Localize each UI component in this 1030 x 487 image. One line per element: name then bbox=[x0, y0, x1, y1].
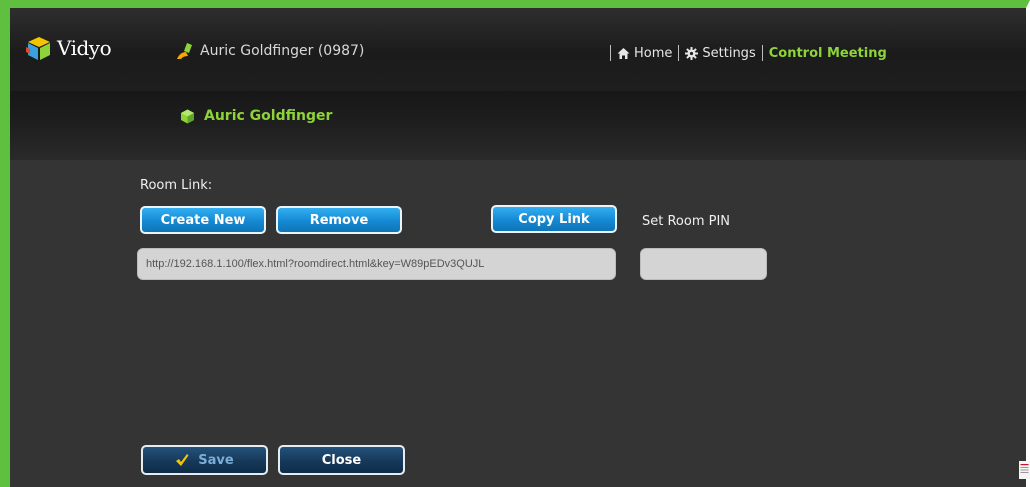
room-link-url: http://192.168.1.100/flex.html?roomdirec… bbox=[146, 258, 485, 270]
home-icon bbox=[617, 47, 630, 59]
nav-separator bbox=[610, 45, 611, 61]
room-link-url-field[interactable]: http://192.168.1.100/flex.html?roomdirec… bbox=[137, 248, 616, 280]
room-cube-icon bbox=[181, 109, 194, 123]
vidyo-logo: Vidyo bbox=[24, 34, 112, 62]
close-button[interactable]: Close bbox=[278, 445, 405, 475]
nav-home[interactable]: Home bbox=[617, 46, 672, 61]
vidyo-logo-icon bbox=[26, 37, 50, 60]
nav-separator bbox=[761, 45, 763, 61]
app-panel: Vidyo Auric Goldfinger (0987) Home Setti… bbox=[10, 8, 1026, 487]
room-pin-input[interactable] bbox=[640, 248, 767, 280]
room-name: Auric Goldfinger bbox=[204, 108, 333, 124]
gear-icon bbox=[685, 46, 699, 60]
user-icon bbox=[177, 43, 192, 59]
room-pin-text[interactable] bbox=[649, 257, 766, 271]
checkmark-icon bbox=[176, 454, 189, 466]
user-name: Auric Goldfinger (0987) bbox=[200, 43, 365, 59]
copy-link-button[interactable]: Copy Link bbox=[491, 205, 617, 233]
brand-name: Vidyo bbox=[57, 36, 112, 60]
nav-home-label: Home bbox=[634, 45, 673, 61]
user-info: Auric Goldfinger (0987) bbox=[176, 42, 364, 60]
save-button[interactable]: Save bbox=[141, 445, 268, 475]
nav-settings-label: Settings bbox=[702, 45, 756, 61]
nav-settings[interactable]: Settings bbox=[685, 45, 756, 61]
save-button-label: Save bbox=[198, 452, 234, 468]
top-nav: Home Settings Control Meeting bbox=[604, 45, 887, 61]
room-link-label: Room Link: bbox=[140, 178, 213, 193]
remove-button[interactable]: Remove bbox=[276, 206, 402, 234]
document-icon bbox=[1019, 461, 1030, 479]
room-title: Auric Goldfinger bbox=[180, 108, 332, 124]
nav-separator bbox=[678, 45, 680, 61]
nav-control-meeting[interactable]: Control Meeting bbox=[769, 46, 887, 61]
top-bar: Vidyo Auric Goldfinger (0987) Home Setti… bbox=[10, 8, 1026, 91]
create-new-button[interactable]: Create New bbox=[140, 206, 266, 234]
room-bar bbox=[10, 91, 1026, 160]
app-window: Vidyo Auric Goldfinger (0987) Home Setti… bbox=[0, 0, 1030, 487]
set-room-pin-label: Set Room PIN bbox=[642, 214, 731, 229]
